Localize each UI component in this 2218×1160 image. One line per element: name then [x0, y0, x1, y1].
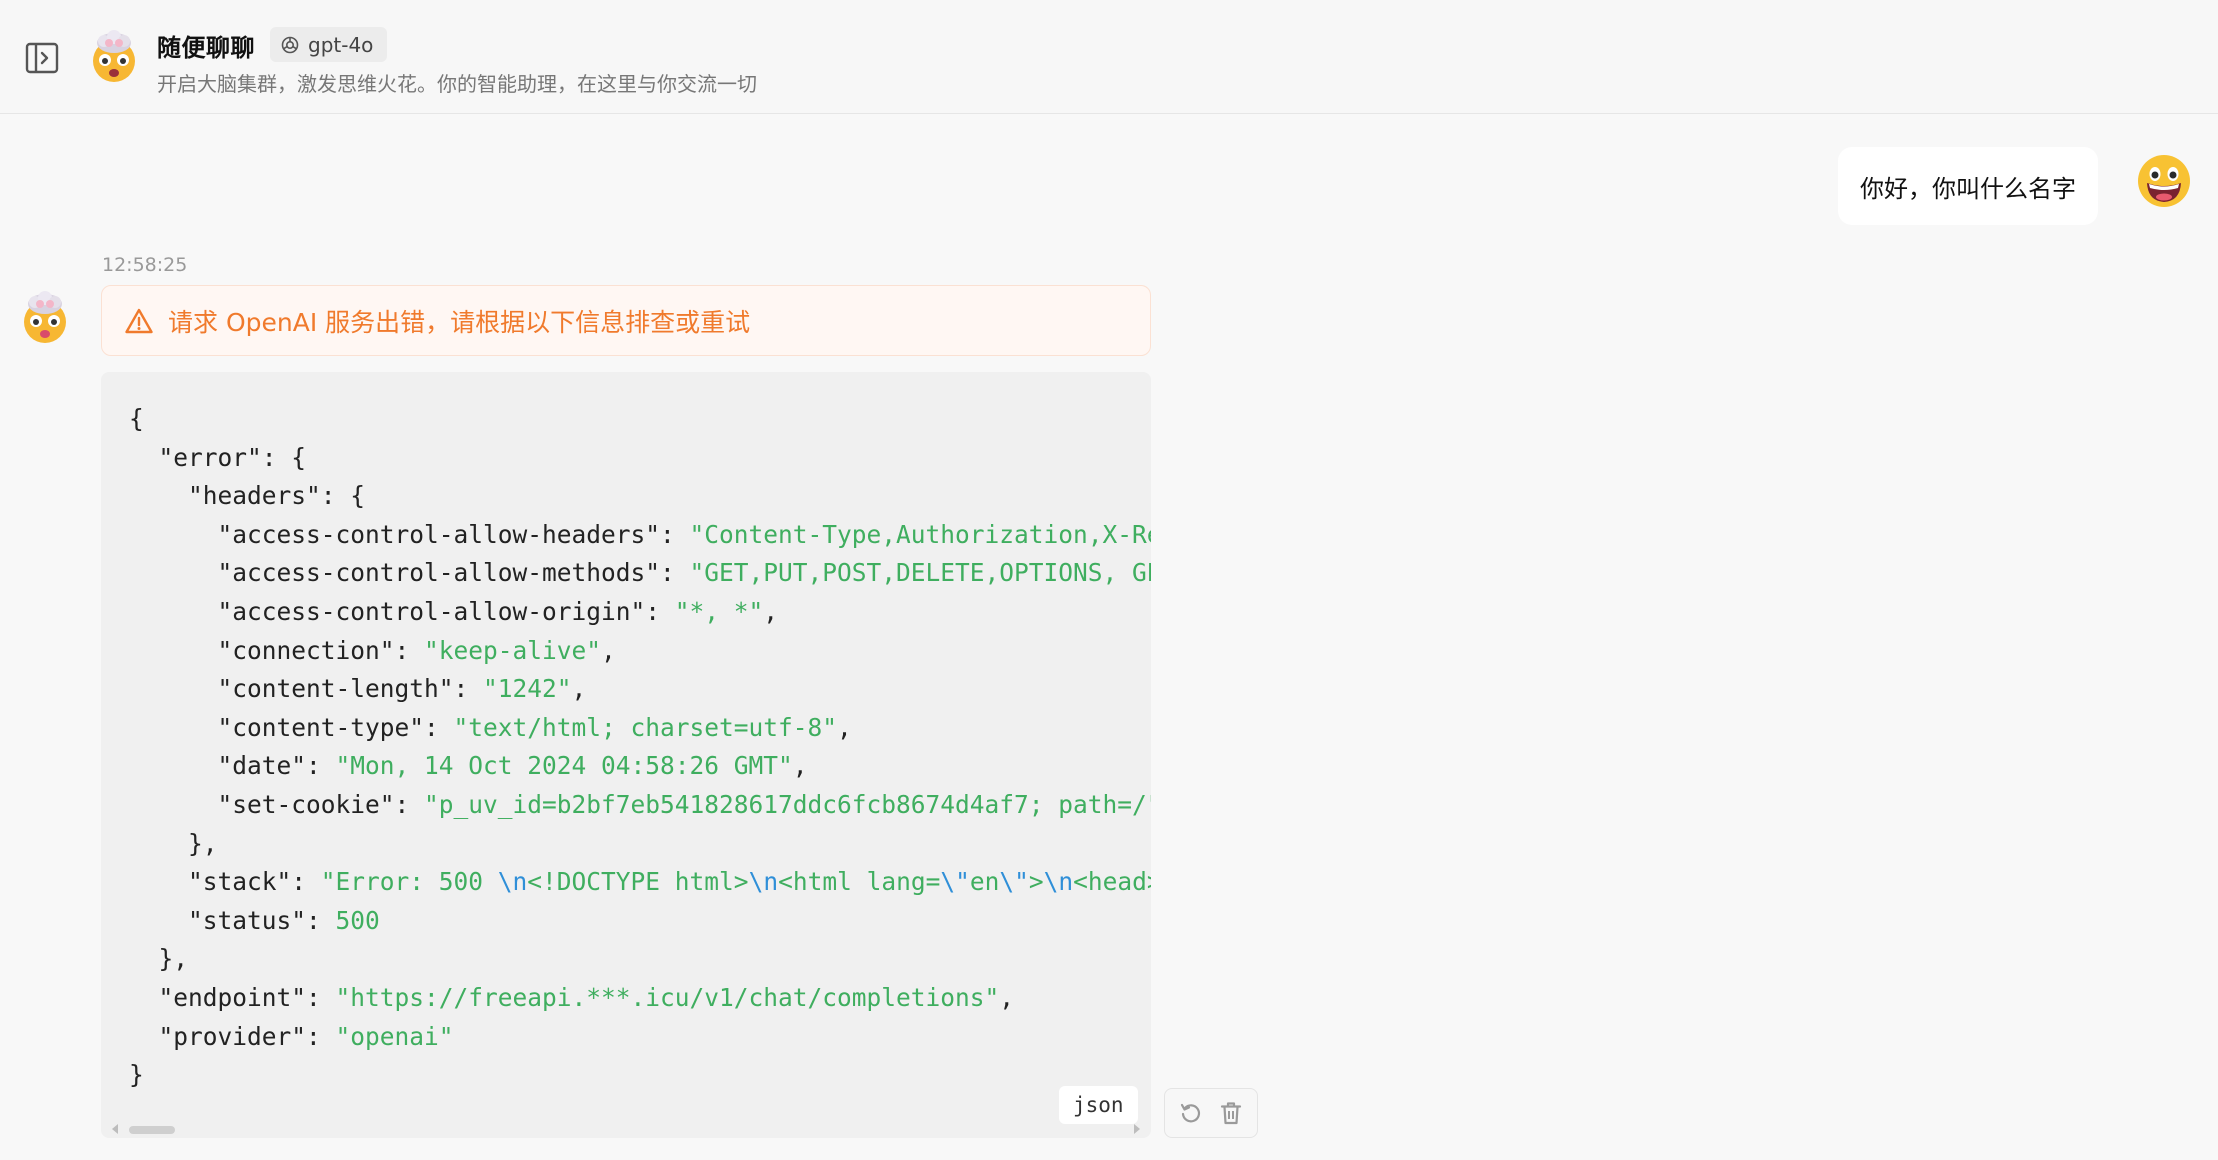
horizontal-scrollbar-thumb[interactable]	[129, 1126, 175, 1134]
error-alert: 请求 OpenAI 服务出错，请根据以下信息排查或重试	[101, 285, 1151, 356]
chat-header: 随便聊聊 gpt-4o 开启大脑集群，激发思维火花。你的智能助理，在这里与你交流…	[0, 0, 2218, 114]
code-token: "stack":	[129, 867, 321, 897]
refresh-icon	[1180, 1103, 1200, 1123]
error-alert-title: 请求 OpenAI 服务出错，请根据以下信息排查或重试	[168, 307, 751, 337]
code-token: ,	[763, 596, 779, 626]
code-token: "*, *"	[674, 596, 764, 626]
code-line: "date": "Mon, 14 Oct 2024 04:58:26 GMT",	[129, 747, 1151, 786]
code-token: "GET,PUT,POST,DELETE,OPTIONS, GET"	[689, 558, 1151, 588]
code-line: "provider": "openai"	[129, 1018, 1151, 1057]
code-token: },	[129, 828, 218, 858]
code-token: \"	[940, 867, 970, 897]
code-line: "set-cookie": "p_uv_id=b2bf7eb541828617d…	[129, 786, 1152, 825]
delete-button[interactable]	[1216, 1098, 1246, 1128]
model-name: gpt-4o	[308, 32, 374, 57]
code-token: "set-cookie":	[129, 789, 425, 819]
code-token: "keep-alive"	[424, 635, 602, 665]
code-token: "content-type":	[129, 712, 454, 742]
code-line: "status": 500	[129, 902, 1151, 941]
code-token: "Error: 500	[320, 867, 498, 897]
code-token: \"	[999, 867, 1029, 897]
code-token: "access-control-allow-origin":	[129, 596, 675, 626]
openai-logo-icon	[281, 36, 299, 53]
agent-avatar-mind-blown-icon	[93, 30, 135, 82]
code-token: "status":	[129, 905, 336, 935]
code-line: {	[129, 400, 1151, 439]
code-line: "content-length": "1242",	[129, 670, 1151, 709]
message-actions-bar	[1164, 1088, 1258, 1138]
code-token: {	[129, 404, 144, 433]
code-token: ,	[837, 712, 852, 742]
code-token: }	[129, 1060, 144, 1090]
code-content: { "error": { "headers": { "access-contro…	[129, 400, 1151, 1090]
assistant-avatar-mind-blown-icon	[24, 291, 66, 343]
code-line: "error": {	[129, 439, 1151, 478]
sidebar-toggle-button[interactable]	[22, 38, 62, 78]
user-message-text: 你好，你叫什么名字	[1860, 174, 2076, 203]
agent-description: 开启大脑集群，激发思维火花。你的智能助理，在这里与你交流一切	[157, 72, 757, 96]
code-line: "content-type": "text/html; charset=utf-…	[129, 709, 1151, 748]
code-token: \n	[497, 867, 528, 897]
code-token: "1242"	[483, 674, 572, 704]
scroll-right-arrow-icon[interactable]	[1132, 1122, 1142, 1136]
code-token: ,	[792, 751, 808, 781]
scroll-left-arrow-icon[interactable]	[110, 1122, 120, 1136]
code-token: "date":	[129, 751, 336, 781]
code-line: "connection": "keep-alive",	[129, 632, 1151, 671]
code-token: "p_uv_id=b2bf7eb541828617ddc6fcb8674d4af…	[424, 789, 1151, 819]
code-line: "access-control-allow-origin": "*, *",	[129, 593, 1151, 632]
code-token: <head>	[1073, 867, 1151, 897]
agent-title: 随便聊聊	[157, 34, 255, 62]
code-token: ,	[999, 982, 1015, 1012]
code-token: ,	[601, 635, 616, 665]
code-language-badge: json	[1059, 1086, 1138, 1124]
code-token: \n	[1043, 867, 1074, 897]
code-token: en	[969, 867, 1000, 897]
code-token: "text/html; charset=utf-8"	[453, 712, 838, 742]
code-line: "access-control-allow-headers": "Content…	[129, 516, 1152, 555]
error-json-code-block[interactable]: { "error": { "headers": { "access-contro…	[101, 372, 1151, 1138]
code-token: <html lang=	[778, 867, 941, 897]
code-token: },	[129, 944, 189, 974]
code-token: "connection":	[129, 635, 425, 665]
code-token: <!DOCTYPE html>	[527, 867, 749, 897]
user-message-bubble: 你好，你叫什么名字	[1838, 147, 2098, 225]
code-token: "endpoint":	[129, 982, 336, 1012]
code-line: }	[129, 1056, 1151, 1090]
code-token: "error": {	[129, 442, 307, 472]
code-token: "Content-Type,Authorization,X-Requested-…	[689, 519, 1151, 549]
code-token: "headers": {	[129, 481, 366, 511]
code-line: },	[129, 825, 1151, 864]
code-token: "provider":	[129, 1021, 336, 1051]
code-token: 500	[335, 905, 380, 935]
code-line: "stack": "Error: 500 \n<!DOCTYPE html>\n…	[129, 863, 1151, 902]
model-tag[interactable]: gpt-4o	[270, 27, 388, 62]
trash-icon	[1221, 1102, 1242, 1125]
message-timestamp: 12:58:25	[102, 254, 188, 276]
code-token: "https://freeapi.***.icu/v1/chat/complet…	[335, 982, 1000, 1012]
code-token: "access-control-allow-headers":	[129, 519, 690, 549]
code-line: "headers": {	[129, 477, 1151, 516]
code-token: \n	[748, 867, 779, 897]
code-token: ,	[571, 674, 587, 704]
code-line: "endpoint": "https://freeapi.***.icu/v1/…	[129, 979, 1151, 1018]
regenerate-button[interactable]	[1176, 1098, 1206, 1128]
user-avatar-grinning-icon	[2138, 155, 2190, 207]
code-line: "access-control-allow-methods": "GET,PUT…	[129, 554, 1152, 593]
code-token: "access-control-allow-methods":	[129, 558, 690, 588]
code-token: "Mon, 14 Oct 2024 04:58:26 GMT"	[335, 751, 793, 781]
sidebar-toggle-icon	[25, 42, 59, 74]
code-line: },	[129, 940, 1151, 979]
code-token: >	[1028, 867, 1044, 897]
code-token: "openai"	[335, 1021, 454, 1051]
warning-triangle-icon	[125, 308, 153, 333]
code-token: "content-length":	[129, 674, 484, 704]
